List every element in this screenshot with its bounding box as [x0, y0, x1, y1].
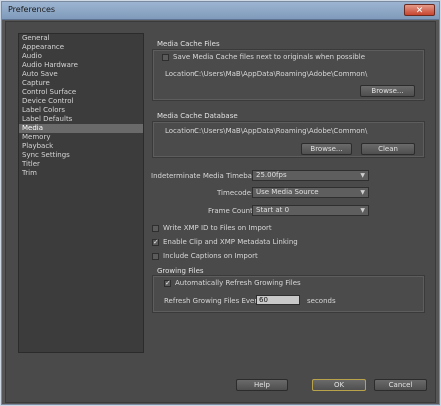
growing-files-title: Growing Files	[157, 267, 204, 275]
check-icon: ✓	[153, 238, 159, 246]
category-item-trim[interactable]: Trim	[19, 169, 143, 178]
clean-button[interactable]: Clean	[361, 143, 415, 155]
window-title: Preferences	[8, 5, 56, 14]
write-xmp-label: Write XMP ID to Files on Import	[163, 224, 272, 232]
include-captions-checkbox[interactable]	[152, 253, 159, 260]
cache-db-location-value: C:\Users\MaB\AppData\Roaming\Adobe\Commo…	[194, 127, 368, 135]
category-list[interactable]: General Appearance Audio Audio Hardware …	[18, 33, 144, 353]
dropdown-arrow-icon: ▼	[360, 172, 365, 179]
enable-clip-xmp-checkbox[interactable]: ✓	[152, 239, 159, 246]
frame-count-label: Frame Count:	[208, 207, 256, 215]
preferences-window: Preferences ✕ General Appearance Audio A…	[1, 1, 440, 405]
category-item-general[interactable]: General	[19, 34, 143, 43]
cache-db-location-label: Location:	[165, 127, 197, 135]
category-item-capture[interactable]: Capture	[19, 79, 143, 88]
timecode-value: Use Media Source	[256, 188, 319, 196]
close-button[interactable]: ✕	[404, 4, 435, 16]
category-item-audio-hardware[interactable]: Audio Hardware	[19, 61, 143, 70]
auto-refresh-label: Automatically Refresh Growing Files	[175, 279, 301, 287]
ok-button[interactable]: OK	[312, 379, 366, 391]
write-xmp-checkbox[interactable]	[152, 225, 159, 232]
help-button[interactable]: Help	[236, 379, 288, 391]
category-item-device-control[interactable]: Device Control	[19, 97, 143, 106]
category-item-control-surface[interactable]: Control Surface	[19, 88, 143, 97]
refresh-seconds-input[interactable]: 60	[256, 295, 300, 305]
seconds-label: seconds	[307, 297, 336, 305]
dialog-content: General Appearance Audio Audio Hardware …	[5, 21, 436, 403]
save-next-to-originals-checkbox[interactable]	[162, 54, 169, 61]
growing-files-group: ✓ Automatically Refresh Growing Files Re…	[152, 275, 425, 313]
category-item-media[interactable]: Media	[19, 124, 143, 133]
auto-refresh-checkbox[interactable]: ✓	[164, 280, 171, 287]
check-icon: ✓	[165, 279, 171, 287]
category-item-playback[interactable]: Playback	[19, 142, 143, 151]
category-item-sync-settings[interactable]: Sync Settings	[19, 151, 143, 160]
title-bar: Preferences ✕	[2, 2, 439, 20]
frame-count-value: Start at 0	[256, 206, 290, 214]
category-item-audio[interactable]: Audio	[19, 52, 143, 61]
enable-clip-xmp-label: Enable Clip and XMP Metadata Linking	[163, 238, 298, 246]
category-item-auto-save[interactable]: Auto Save	[19, 70, 143, 79]
category-item-titler[interactable]: Titler	[19, 160, 143, 169]
category-item-appearance[interactable]: Appearance	[19, 43, 143, 52]
save-next-to-originals-label: Save Media Cache files next to originals…	[173, 53, 365, 61]
timecode-label: Timecode:	[217, 189, 254, 197]
cancel-button[interactable]: Cancel	[374, 379, 427, 391]
category-item-memory[interactable]: Memory	[19, 133, 143, 142]
timebase-dropdown[interactable]: 25.00fps ▼	[252, 170, 369, 181]
frame-count-dropdown[interactable]: Start at 0 ▼	[252, 205, 369, 216]
cache-files-browse-button[interactable]: Browse...	[360, 85, 415, 97]
category-item-label-colors[interactable]: Label Colors	[19, 106, 143, 115]
timebase-value: 25.00fps	[256, 171, 287, 179]
cache-files-location-label: Location:	[165, 70, 197, 78]
cache-db-browse-button[interactable]: Browse...	[301, 143, 352, 155]
include-captions-label: Include Captions on Import	[163, 252, 258, 260]
media-cache-files-group: Save Media Cache files next to originals…	[152, 49, 425, 101]
timecode-dropdown[interactable]: Use Media Source ▼	[252, 187, 369, 198]
dropdown-arrow-icon: ▼	[360, 207, 365, 214]
media-cache-files-title: Media Cache Files	[157, 40, 220, 48]
dropdown-arrow-icon: ▼	[360, 189, 365, 196]
timebase-label: Indeterminate Media Timebase:	[151, 172, 263, 180]
media-cache-db-group: Location: C:\Users\MaB\AppData\Roaming\A…	[152, 121, 425, 158]
media-cache-db-title: Media Cache Database	[157, 112, 238, 120]
cache-files-location-value: C:\Users\MaB\AppData\Roaming\Adobe\Commo…	[194, 70, 368, 78]
category-item-label-defaults[interactable]: Label Defaults	[19, 115, 143, 124]
refresh-every-label: Refresh Growing Files Every	[164, 297, 262, 305]
